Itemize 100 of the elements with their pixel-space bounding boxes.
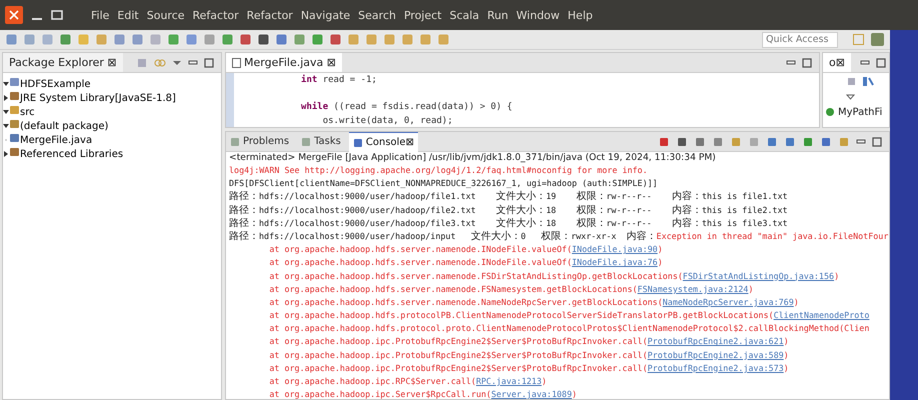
tree-label: HDFSExample — [20, 79, 91, 90]
menu-item[interactable]: Run — [483, 8, 512, 22]
tab-icon — [230, 136, 240, 146]
view-tab[interactable]: Tasks — [297, 132, 345, 151]
tree-item[interactable]: src — [3, 104, 221, 118]
outline-item[interactable]: MyPathFi — [825, 107, 887, 118]
console-text: 文件大小： — [496, 216, 546, 230]
menu-item[interactable]: Refactor — [242, 8, 297, 22]
sort-icon[interactable] — [862, 76, 874, 87]
console-toolbar-icon[interactable] — [802, 136, 814, 148]
console-toolbar-icon[interactable] — [766, 136, 778, 148]
link-icon[interactable] — [154, 56, 166, 68]
menu-item[interactable]: Refactor — [188, 8, 243, 22]
console-text: ) — [748, 282, 754, 296]
console-text: 路径： — [229, 190, 259, 204]
console-toolbar-icon[interactable] — [712, 136, 724, 148]
console-text: ) — [572, 388, 577, 399]
source-link[interactable]: ProtobufRpcEngine2.java:573 — [648, 362, 784, 376]
console-text: at org.apache.hadoop.hdfs.server.namenode.FSDirStatAndListingOp.getBlockLocations( — [268, 270, 683, 283]
maximize-icon[interactable] — [872, 136, 882, 146]
menu-item[interactable]: Help — [564, 8, 597, 22]
quick-access-field[interactable]: Quick Access — [762, 32, 838, 48]
collapse-all-icon[interactable] — [846, 76, 857, 87]
view-tab[interactable]: Console⊠ — [348, 132, 418, 152]
source-link[interactable]: FSNamesystem.java:2124 — [637, 282, 748, 296]
console-text: ) — [658, 256, 663, 270]
console-text: at org.apache.hadoop.ipc.ProtobufRpcEngine2$Server$ProtoBufRpcInvoker.call( — [268, 348, 648, 362]
console-text: this is file1.txt — [702, 190, 788, 204]
maximize-icon[interactable] — [204, 58, 214, 68]
console-text: 内容： — [672, 216, 702, 230]
package-explorer-tab[interactable]: Package Explorer ⊠ — [3, 53, 123, 72]
menu-item[interactable]: Window — [512, 8, 564, 22]
source-link[interactable]: ProtobufRpcEngine2.java:621 — [648, 335, 784, 349]
menu-item[interactable]: Navigate — [296, 8, 354, 22]
tree-label: src — [20, 107, 35, 118]
library-icon — [9, 146, 20, 157]
maximize-icon[interactable] — [802, 58, 812, 68]
minimize-icon[interactable] — [860, 58, 870, 68]
console-toolbar-icon[interactable] — [784, 136, 796, 148]
menu-item[interactable]: Search — [354, 8, 400, 22]
console-text: at org.apache.hadoop.ipc.RPC$Server.call( — [268, 375, 476, 388]
console-toolbar-icon[interactable] — [658, 136, 670, 148]
console-text: 权限： — [540, 230, 571, 244]
console-text: hdfs://localhost:9000/user/hadoop/file3.txt — [259, 216, 477, 230]
toolbar-icon[interactable] — [239, 33, 252, 46]
source-link[interactable]: RPC.java:1213 — [476, 375, 542, 388]
toolbar-icon[interactable] — [275, 33, 288, 46]
perspective-icon[interactable] — [852, 33, 865, 46]
minimize-icon[interactable] — [786, 58, 796, 68]
tab-icon — [301, 136, 312, 146]
menu-item[interactable]: File — [87, 8, 114, 22]
tree-item[interactable]: (default package) — [3, 118, 221, 132]
console-toolbar-icon[interactable] — [820, 136, 832, 148]
toolbar-icon[interactable] — [329, 33, 342, 46]
tree-label: JRE System Library — [20, 93, 115, 104]
source-link[interactable]: NameNodeRpcServer.java:769 — [662, 296, 794, 310]
source-link[interactable]: FSDirStatAndListingOp.java:156 — [682, 270, 834, 283]
minimize-icon[interactable] — [188, 58, 198, 68]
code-line: int read = -1; — [300, 74, 378, 87]
perspective-icon[interactable] — [870, 32, 885, 47]
tab-icon — [352, 138, 363, 148]
minimize-icon[interactable] — [856, 136, 866, 146]
console-toolbar-icon[interactable] — [694, 136, 706, 148]
menu-item[interactable]: Project — [400, 8, 446, 22]
source-link[interactable]: INodeFile.java:90 — [572, 243, 658, 256]
console-toolbar-icon[interactable] — [676, 136, 688, 148]
code-line: while ((read = fsdis.read(data)) > 0) { — [300, 101, 512, 114]
close-button[interactable] — [5, 6, 23, 24]
console-text: 权限： — [576, 216, 606, 230]
outline-tab[interactable]: o⊠ — [823, 53, 851, 72]
console-text: hdfs://localhost:9000/user/hadoop/file1.txt — [259, 190, 477, 204]
source-link[interactable]: Server.java:1089 — [491, 388, 572, 399]
menu-item[interactable]: Source — [142, 8, 189, 22]
console-text: ) — [658, 243, 663, 256]
expand-arrow-icon[interactable] — [3, 149, 9, 160]
tree-item[interactable]: MergeFile.java — [3, 132, 221, 146]
view-menu-icon[interactable] — [846, 92, 855, 101]
console-text: log4j:WARN See http://logging.apache.org/log4j/1.2/faq.html#noconfig for more info. — [229, 164, 648, 177]
source-link[interactable]: INodeFile.java:76 — [572, 256, 658, 270]
tree-item[interactable]: HDFSExample — [3, 76, 221, 90]
console-text: 文件大小： — [496, 204, 546, 217]
console-text: at org.apache.hadoop.hdfs.protocolPB.ClientNamenodeProtocolServerSideTranslatorPB.getBlockLocations( — [268, 309, 774, 322]
console-text: Exception in thread "main" java.io.FileNotFour — [656, 230, 888, 243]
collapse-all-icon[interactable] — [136, 56, 148, 68]
source-link[interactable]: ProtobufRpcEngine2.java:589 — [648, 348, 784, 362]
view-tab[interactable]: Problems — [226, 132, 294, 151]
console-text: 文件大小： — [470, 230, 521, 244]
tree-label: MergeFile.java — [20, 135, 92, 146]
toolbar-icon[interactable] — [257, 33, 270, 46]
menu-item[interactable]: Scala — [446, 8, 484, 22]
maximize-icon[interactable] — [876, 58, 886, 68]
source-link[interactable]: ClientNamenodeProto — [774, 309, 870, 322]
editor-tab[interactable]: MergeFile.java ⊠ — [226, 53, 342, 72]
menu-item[interactable]: Edit — [113, 8, 143, 22]
tree-label: Referenced Libraries — [20, 149, 124, 160]
tree-item[interactable]: JRE System Library[JavaSE-1.8] — [3, 90, 221, 104]
expand-arrow-icon[interactable] — [3, 93, 9, 104]
tree-item[interactable]: Referenced Libraries — [3, 146, 221, 160]
console-text: ) — [542, 375, 547, 388]
editor-ruler — [226, 73, 234, 127]
